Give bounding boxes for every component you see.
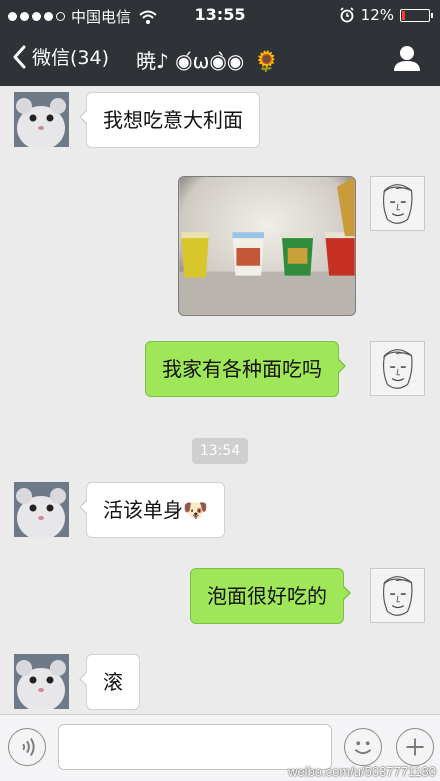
my-avatar[interactable] xyxy=(370,568,425,623)
nav-bar: 微信(34) 暁♪ ◉́ω◉̀◉ 🌻 xyxy=(0,30,440,86)
chat-area[interactable]: 我想吃意大利面 我家有各种面吃吗 13:54 活该单身🐶 泡面很好吃的 滚 xyxy=(0,86,440,714)
back-button[interactable]: 微信(34) xyxy=(12,43,109,70)
contact-avatar[interactable] xyxy=(14,482,69,537)
chevron-left-icon xyxy=(13,45,26,68)
person-icon[interactable] xyxy=(392,44,422,72)
contact-avatar[interactable] xyxy=(14,654,69,709)
alarm-icon xyxy=(340,7,354,23)
emoji-icon[interactable] xyxy=(344,728,382,766)
status-right: 12% xyxy=(339,6,433,24)
chat-title: 暁♪ ◉́ω◉̀◉ 🌻 xyxy=(136,45,279,74)
sunflower-emoji: 🌻 xyxy=(254,49,280,73)
input-bar: weibo.com/u/5037771180 xyxy=(0,714,440,781)
battery-fill xyxy=(402,10,405,20)
voice-icon[interactable] xyxy=(8,728,46,766)
battery-percent: 12% xyxy=(360,6,394,24)
message-bubble-incoming[interactable]: 滚 xyxy=(79,654,140,710)
message-bubble-incoming[interactable]: 活该单身🐶 xyxy=(79,482,225,538)
contact-name: 暁♪ ◉́ω◉̀◉ xyxy=(136,49,245,73)
message-bubble-outgoing[interactable]: 泡面很好吃的 xyxy=(190,568,351,624)
message-bubble-incoming[interactable]: 我想吃意大利面 xyxy=(79,92,260,148)
weibo-watermark: weibo.com/u/5037771180 xyxy=(288,764,436,779)
my-avatar[interactable] xyxy=(370,176,425,231)
instant-noodle-cups-photo xyxy=(179,177,355,315)
battery-icon xyxy=(400,8,433,22)
plus-icon[interactable] xyxy=(396,728,434,766)
timestamp-divider: 13:54 xyxy=(192,438,248,464)
contact-avatar[interactable] xyxy=(14,92,69,147)
back-label: 微信(34) xyxy=(32,47,110,69)
message-image-outgoing[interactable] xyxy=(178,176,356,316)
status-bar: 中国电信 13:55 12% xyxy=(0,0,440,30)
my-avatar[interactable] xyxy=(370,341,425,396)
message-bubble-outgoing[interactable]: 我家有各种面吃吗 xyxy=(145,341,346,397)
